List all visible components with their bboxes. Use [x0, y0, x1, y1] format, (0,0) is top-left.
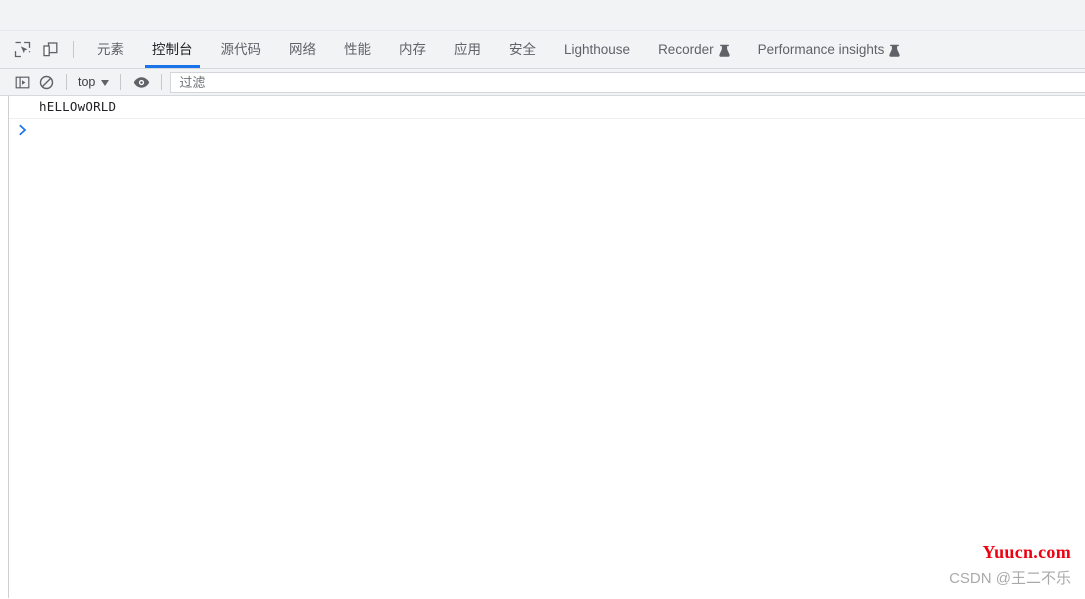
tab-elements[interactable]: 元素: [83, 31, 138, 68]
tab-label: Lighthouse: [564, 41, 631, 57]
tab-performance[interactable]: 性能: [330, 31, 385, 68]
tab-sources[interactable]: 源代码: [207, 31, 276, 68]
console-filter-input[interactable]: [170, 71, 1085, 93]
experiment-flask-icon: [718, 44, 730, 57]
console-toolbar-separator: [120, 74, 122, 90]
console-input-field[interactable]: [39, 119, 1085, 141]
tab-memory[interactable]: 内存: [385, 31, 440, 68]
tab-label: 元素: [97, 41, 124, 57]
tab-console[interactable]: 控制台: [138, 31, 207, 68]
devtools-tab-list: 元素 控制台 源代码 网络 性能 内存 应用 安全 Lighthouse Rec…: [83, 31, 914, 68]
watermark: Yuucn.com CSDN @王二不乐: [949, 540, 1071, 590]
console-toolbar-separator: [66, 74, 67, 90]
browser-window: 元素 控制台 源代码 网络 性能 内存 应用 安全 Lighthouse Rec…: [0, 0, 1085, 599]
console-toolbar-separator: [161, 74, 163, 90]
tab-label: 性能: [344, 41, 371, 57]
tab-recorder[interactable]: Recorder: [644, 31, 744, 68]
console-message-text: hELLOwORLD: [39, 99, 117, 114]
prompt-chevron-icon: [17, 124, 29, 136]
console-toolbar: top: [0, 69, 1085, 96]
tab-label: 控制台: [152, 41, 193, 57]
tabbar-separator: [73, 41, 74, 58]
console-message-row[interactable]: hELLOwORLD: [9, 96, 1085, 119]
tab-security[interactable]: 安全: [495, 31, 550, 68]
tab-application[interactable]: 应用: [440, 31, 495, 68]
watermark-user: CSDN @王二不乐: [949, 569, 1071, 587]
tab-label: 源代码: [220, 41, 262, 57]
console-output-area[interactable]: hELLOwORLD Yuucn.com CSDN @王二不乐: [8, 96, 1085, 598]
console-sidebar-toggle-icon[interactable]: [10, 71, 34, 93]
tab-label: 安全: [509, 41, 536, 57]
tab-lighthouse[interactable]: Lighthouse: [550, 31, 644, 68]
tab-label: Performance insights: [757, 41, 885, 57]
tab-label: Recorder: [658, 41, 714, 57]
console-context-selector[interactable]: top: [75, 73, 112, 91]
tab-label: 网络: [289, 41, 316, 57]
console-input-prompt-row[interactable]: [9, 119, 1085, 141]
devtools-panel: 元素 控制台 源代码 网络 性能 内存 应用 安全 Lighthouse Rec…: [0, 31, 1085, 599]
chevron-down-icon: [101, 80, 110, 86]
tab-label: 内存: [399, 41, 426, 57]
tab-network[interactable]: 网络: [275, 31, 330, 68]
device-toolbar-icon[interactable]: [36, 36, 64, 64]
tab-performance-insights[interactable]: Performance insights: [744, 31, 915, 68]
clear-console-icon[interactable]: [34, 71, 58, 93]
devtools-tabbar: 元素 控制台 源代码 网络 性能 内存 应用 安全 Lighthouse Rec…: [0, 31, 1085, 69]
experiment-flask-icon: [889, 44, 901, 57]
watermark-site: Yuucn.com: [982, 542, 1071, 563]
tab-label: 应用: [454, 41, 481, 57]
browser-titlebar-strip: [0, 0, 1085, 31]
inspect-element-icon[interactable]: [8, 36, 36, 64]
console-context-value: top: [78, 75, 96, 89]
live-expression-eye-icon[interactable]: [129, 71, 153, 93]
